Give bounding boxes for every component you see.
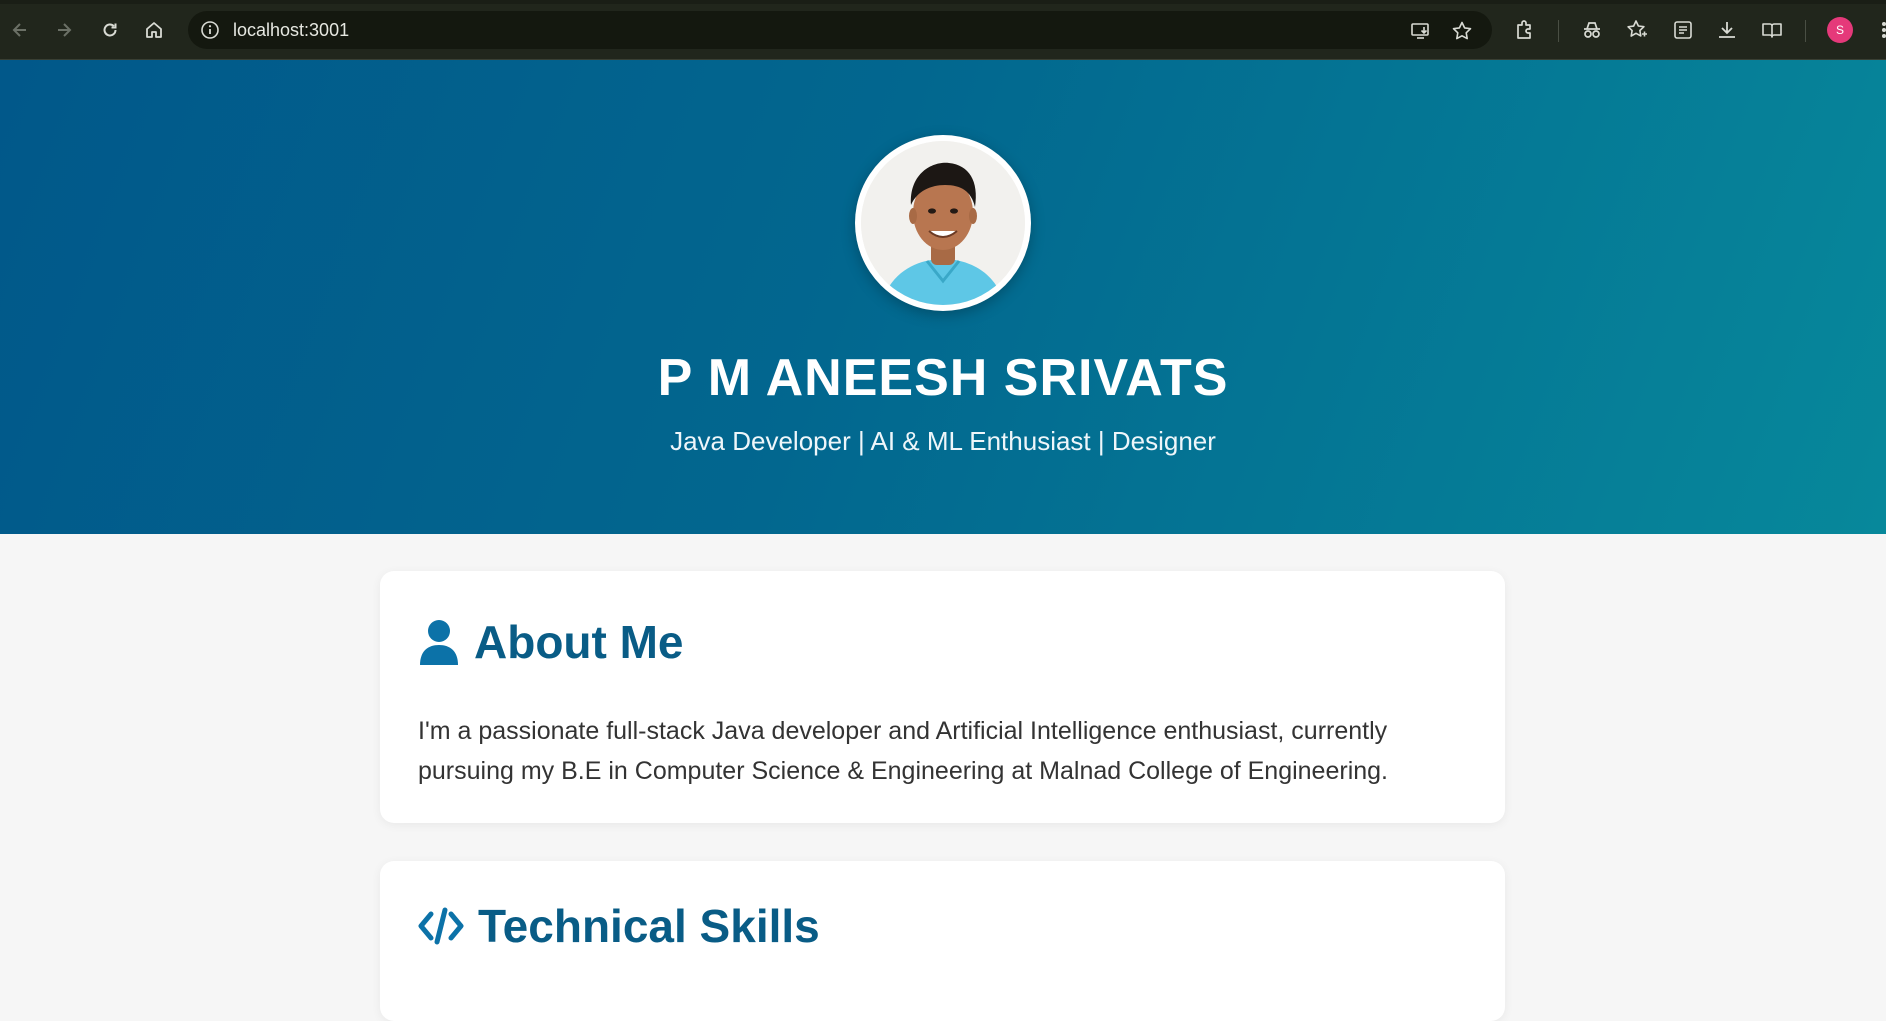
skills-section: Technical Skills [380, 861, 1505, 1021]
favorites-icon[interactable] [1625, 18, 1649, 42]
skills-heading: Technical Skills [418, 899, 820, 953]
address-bar[interactable]: localhost:3001 [188, 11, 1492, 49]
profile-photo-frame [855, 135, 1031, 311]
site-info-icon[interactable] [200, 20, 220, 40]
reader-mode-icon[interactable] [1760, 18, 1784, 42]
toolbar-divider [1805, 20, 1806, 42]
back-button[interactable] [5, 15, 35, 45]
profile-photo [861, 141, 1025, 305]
user-icon [420, 620, 458, 665]
url-text[interactable]: localhost:3001 [233, 20, 349, 40]
hero-subtitle: Java Developer | AI & ML Enthusiast | De… [670, 426, 1216, 456]
back-arrow-icon [12, 23, 26, 37]
install-app-icon[interactable] [1410, 20, 1432, 42]
reload-button[interactable] [95, 15, 125, 45]
profile-avatar[interactable]: S [1827, 17, 1853, 43]
reading-list-icon[interactable] [1671, 18, 1695, 42]
browser-toolbar: localhost:3001 S [0, 0, 1886, 60]
about-title: About Me [474, 616, 684, 668]
home-button[interactable] [139, 15, 169, 45]
hero-name: P M ANEESH SRIVATS [657, 349, 1229, 407]
incognito-icon[interactable] [1580, 18, 1604, 42]
home-icon [146, 22, 162, 38]
bookmark-star-icon[interactable] [1451, 20, 1473, 42]
extensions-icon[interactable] [1513, 18, 1537, 42]
about-section: About Me I'm a passionate full-stack Jav… [380, 571, 1505, 823]
reload-icon [103, 23, 117, 37]
toolbar-divider [1558, 20, 1559, 42]
forward-button[interactable] [49, 15, 79, 45]
about-heading: About Me [418, 615, 684, 669]
profile-portrait-illustration [861, 141, 1025, 305]
window-top-strip [0, 0, 1886, 4]
forward-arrow-icon [58, 23, 72, 37]
about-text: I'm a passionate full-stack Java develop… [418, 717, 1388, 785]
more-menu-icon[interactable] [1874, 18, 1886, 42]
downloads-icon[interactable] [1715, 18, 1739, 42]
skills-title: Technical Skills [478, 900, 820, 952]
code-icon [418, 907, 464, 945]
hero-banner: P M ANEESH SRIVATS Java Developer | AI &… [0, 60, 1886, 534]
